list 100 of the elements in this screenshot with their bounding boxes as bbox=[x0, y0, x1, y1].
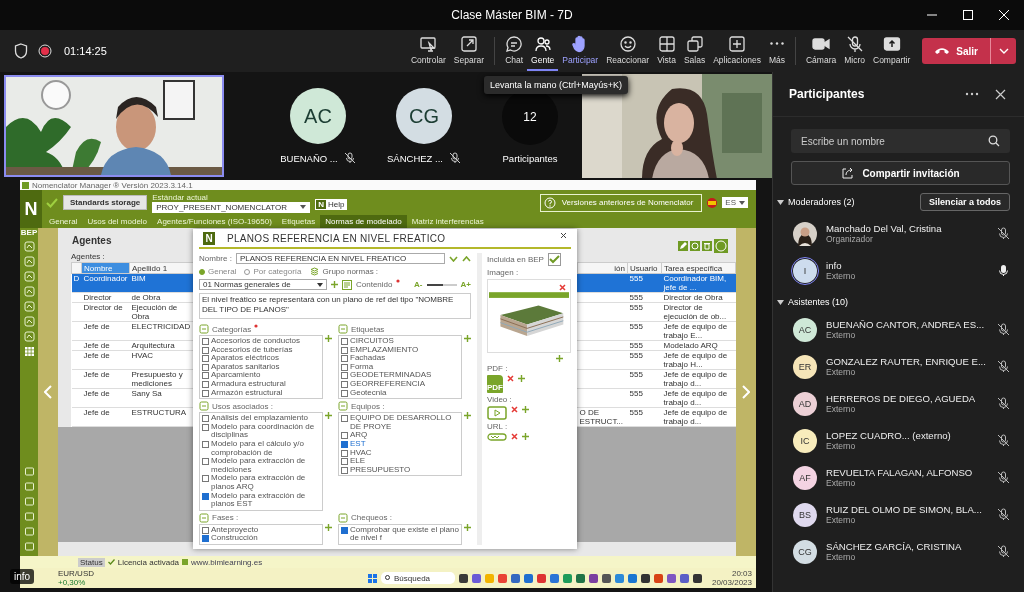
participant-name[interactable]: RUIZ DEL OLMO DE SIMON, BLA... bbox=[826, 504, 990, 515]
share-invitation-button[interactable]: Compartir invitación bbox=[791, 161, 1010, 185]
delete-icon[interactable] bbox=[511, 406, 518, 413]
mic-off-icon[interactable] bbox=[997, 434, 1010, 447]
mic-off-icon[interactable] bbox=[997, 397, 1010, 410]
module-icon[interactable] bbox=[23, 241, 35, 252]
delete-icon[interactable] bbox=[559, 284, 566, 291]
checkbox-item[interactable]: Geotecnia bbox=[341, 388, 459, 398]
mic-icon[interactable] bbox=[997, 264, 1010, 277]
add-icon[interactable] bbox=[331, 281, 338, 288]
shield-icon[interactable] bbox=[14, 43, 28, 59]
chevron-down-icon[interactable] bbox=[449, 255, 458, 262]
help-icon[interactable] bbox=[714, 239, 728, 253]
close-icon[interactable] bbox=[560, 232, 567, 239]
delete-icon[interactable] bbox=[511, 433, 518, 440]
checkbox-item[interactable]: Análisis del emplazamiento bbox=[202, 414, 320, 423]
tab[interactable]: General bbox=[44, 215, 83, 228]
module-icon[interactable] bbox=[23, 286, 35, 297]
chevron-up-icon[interactable] bbox=[462, 255, 471, 262]
participant-name[interactable]: Manchado Del Val, Cristina bbox=[826, 223, 990, 234]
standards-storage-button[interactable]: Standards storage bbox=[63, 195, 148, 210]
checkbox-item[interactable]: Aparcamiento bbox=[202, 371, 320, 380]
tool-icon[interactable] bbox=[23, 496, 35, 507]
checkbox-item[interactable]: Modelo para coordinación de disciplinas bbox=[202, 422, 320, 440]
grid-icon[interactable] bbox=[23, 346, 35, 357]
add-icon[interactable] bbox=[464, 335, 471, 342]
tool-icon[interactable] bbox=[23, 466, 35, 477]
tab[interactable]: Normas de modelado bbox=[320, 215, 407, 228]
tab[interactable]: Agentes/Funciones (ISO-19650) bbox=[152, 215, 277, 228]
font-size-slider[interactable] bbox=[426, 283, 457, 286]
checkbox-item[interactable]: Armazón estructural bbox=[202, 388, 320, 398]
checkbox-item[interactable]: Comprobar que existe el plano de nivel f bbox=[341, 525, 459, 543]
name-field[interactable]: PLANOS REFERENCIA EN NIVEL FREATICO bbox=[235, 253, 445, 264]
group-select[interactable]: 01 Normas generales de bbox=[199, 279, 327, 290]
toolbar-button[interactable]: Micro bbox=[840, 31, 869, 71]
checkbox-item[interactable]: EQUIPO DE DESARROLLO DE PROYE bbox=[341, 414, 459, 432]
checkbox-item[interactable]: GEORREFERENCIA bbox=[341, 379, 459, 389]
next-icon[interactable] bbox=[742, 385, 750, 399]
tool-icon[interactable] bbox=[23, 526, 35, 537]
mute-all-button[interactable]: Silenciar a todos bbox=[919, 193, 1010, 211]
add-icon[interactable] bbox=[464, 412, 471, 420]
module-icon[interactable] bbox=[23, 256, 35, 267]
search-field[interactable]: Escribe un nombre bbox=[791, 129, 1010, 153]
toolbar-button[interactable]: Más bbox=[764, 31, 789, 71]
section-toggle[interactable]: Moderadores (2) bbox=[777, 197, 855, 207]
participant-name[interactable]: SÁNCHEZ GARCÍA, CRISTINA bbox=[826, 541, 990, 552]
mic-off-icon[interactable] bbox=[997, 471, 1010, 484]
leave-button[interactable]: Salir bbox=[922, 38, 990, 64]
mic-off-icon[interactable] bbox=[997, 323, 1010, 336]
participant-name[interactable]: HERREROS DE DIEGO, AGUEDA bbox=[826, 393, 990, 404]
mic-off-icon[interactable] bbox=[997, 545, 1010, 558]
mic-off-icon[interactable] bbox=[997, 508, 1010, 521]
tool-icon[interactable] bbox=[23, 511, 35, 522]
mic-off-icon[interactable] bbox=[997, 227, 1010, 240]
mic-off-icon[interactable] bbox=[997, 360, 1010, 373]
checkbox-item[interactable]: Aparatos eléctricos bbox=[202, 354, 320, 363]
participant-name[interactable]: info bbox=[826, 260, 990, 271]
checkbox-item[interactable]: GEODETERMINADAS bbox=[341, 371, 459, 380]
toolbar-button[interactable]: Chat bbox=[501, 31, 528, 71]
tool-icon[interactable] bbox=[23, 481, 35, 492]
leave-menu-button[interactable] bbox=[990, 38, 1016, 64]
add-icon[interactable] bbox=[464, 523, 471, 531]
checkbox-item[interactable]: ELE bbox=[341, 457, 459, 466]
add-icon[interactable] bbox=[325, 335, 332, 342]
module-icon[interactable] bbox=[23, 301, 35, 312]
column-header[interactable]: ión bbox=[577, 262, 628, 274]
column-header[interactable]: Tarea específica bbox=[661, 262, 736, 274]
add-icon[interactable] bbox=[522, 406, 529, 413]
add-icon[interactable] bbox=[518, 375, 525, 382]
checkbox-item[interactable]: Aparatos sanitarios bbox=[202, 362, 320, 372]
play-icon[interactable] bbox=[487, 406, 507, 420]
module-icon[interactable] bbox=[23, 331, 35, 342]
checkbox[interactable] bbox=[547, 253, 561, 266]
delete-icon[interactable] bbox=[507, 375, 514, 382]
previous-icon[interactable] bbox=[44, 385, 52, 399]
toolbar-button[interactable]: Reaccionar bbox=[602, 31, 654, 71]
tab[interactable]: Etiquetas bbox=[276, 215, 321, 228]
checkbox-item[interactable]: HVAC bbox=[341, 448, 459, 458]
toolbar-button[interactable]: Compartir bbox=[869, 31, 915, 71]
tool-icon[interactable] bbox=[23, 541, 35, 552]
radio-option[interactable]: Por categoría bbox=[244, 267, 302, 276]
language-select[interactable]: ES bbox=[722, 197, 748, 208]
checkbox-item[interactable]: PRESUPUESTO bbox=[341, 465, 459, 475]
minimize-icon[interactable] bbox=[926, 14, 938, 16]
maximize-icon[interactable] bbox=[962, 9, 974, 21]
checkbox-item[interactable]: Modelo para extracción de planos ARQ bbox=[202, 474, 320, 492]
checkbox-item[interactable]: Armadura estructural bbox=[202, 379, 320, 389]
checkbox-item[interactable]: CIRCUITOS bbox=[341, 337, 459, 346]
versions-button[interactable]: Versiones anteriores de Nomenclator bbox=[539, 193, 703, 212]
edit-icon[interactable] bbox=[678, 241, 688, 251]
toolbar-button[interactable]: Aplicaciones bbox=[709, 31, 765, 71]
column-header[interactable]: Usuario bbox=[627, 262, 662, 274]
toolbar-button[interactable]: Participar bbox=[558, 31, 603, 71]
participant-name[interactable]: GONZALEZ RAUTER, ENRIQUE E... bbox=[826, 356, 990, 367]
checkbox-item[interactable]: Fachadas bbox=[341, 354, 459, 363]
trash-icon[interactable] bbox=[702, 241, 712, 251]
toolbar-button[interactable]: Controlar bbox=[406, 31, 450, 71]
module-icon[interactable] bbox=[23, 316, 35, 327]
column-header[interactable]: Apellido 1 bbox=[129, 262, 194, 274]
toolbar-button[interactable]: Vista bbox=[653, 31, 680, 71]
